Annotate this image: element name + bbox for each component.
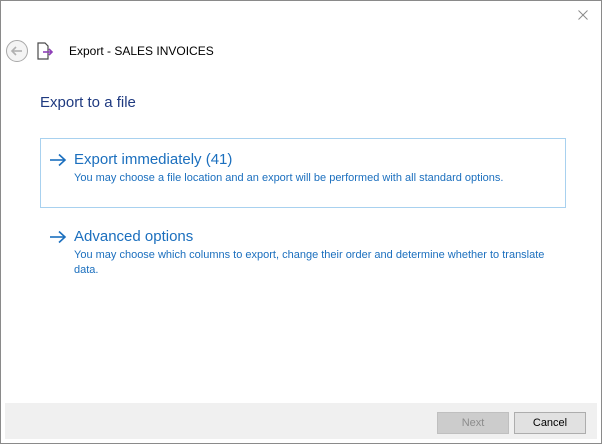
right-arrow-icon — [50, 153, 67, 167]
close-icon — [578, 10, 588, 20]
back-arrow-icon — [6, 40, 28, 62]
section-title: Export to a file — [40, 94, 136, 111]
option-title: Advanced options — [74, 228, 194, 245]
option-description: You may choose which columns to export, … — [74, 249, 545, 276]
back-button[interactable] — [5, 39, 29, 63]
cancel-button[interactable]: Cancel — [514, 412, 586, 434]
option-title: Export immediately (41) — [74, 151, 233, 168]
dialog-footer: Next Cancel — [5, 403, 597, 439]
export-immediately-option[interactable]: Export immediately (41) You may choose a… — [40, 138, 566, 208]
export-document-icon — [37, 42, 54, 60]
next-button[interactable]: Next — [437, 412, 509, 434]
right-arrow-icon — [50, 230, 67, 244]
advanced-options-option[interactable]: Advanced options You may choose which co… — [40, 215, 566, 285]
window-title: Export - SALES INVOICES — [69, 44, 214, 58]
close-button[interactable] — [573, 5, 593, 25]
option-description: You may choose a file location and an ex… — [74, 172, 504, 184]
dialog-header: Export - SALES INVOICES — [5, 37, 214, 65]
export-dialog: Export - SALES INVOICES Export to a file… — [0, 0, 602, 444]
